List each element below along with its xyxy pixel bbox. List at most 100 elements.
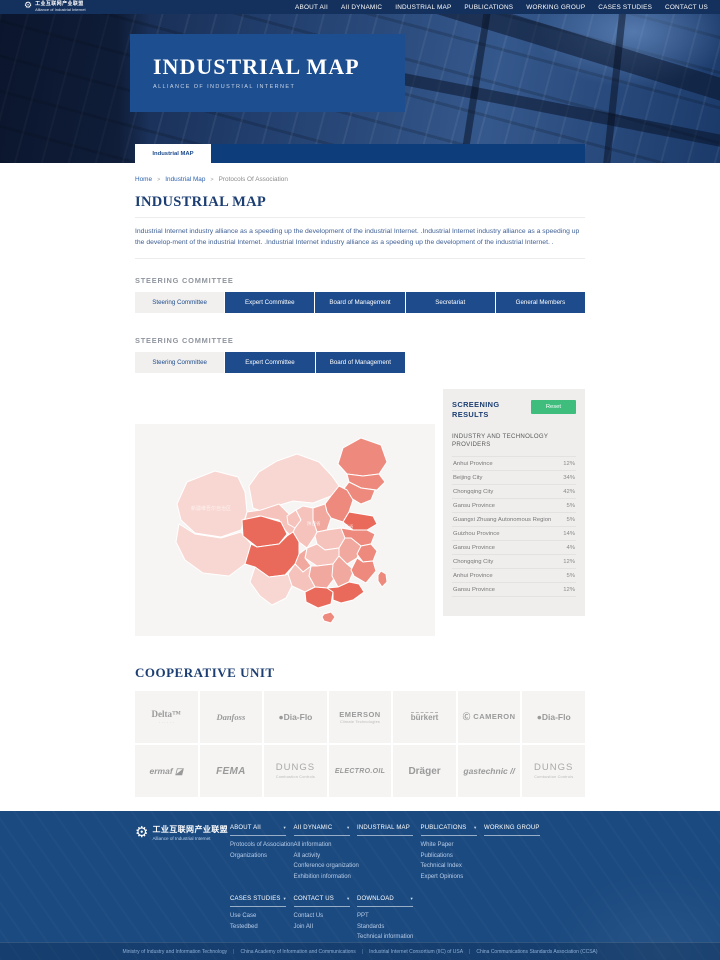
committee-primary-tab-steering-committee[interactable]: Steering Committee: [135, 292, 225, 313]
screening-row[interactable]: Beijing City34%: [452, 471, 576, 485]
map-region-label: 新疆维吾尔自治区: [191, 505, 231, 512]
footer-partner-industrial-internet-consortium-iic-of-usa[interactable]: Industrial Internet Consortium (IIC) of …: [369, 949, 463, 955]
footer-column-working-group: WORKING GROUP: [484, 825, 548, 884]
footer-partner-china-academy-of-information-and-communications[interactable]: China Academy of Information and Communi…: [240, 949, 355, 955]
screening-region-value: 42%: [563, 489, 575, 495]
partner-logo-electro-oil[interactable]: ELECTRO.OIL: [329, 745, 392, 797]
footer-link-conference-organization[interactable]: Conference organization: [294, 863, 358, 869]
footer-partner-ministry-of-industry-and-information-technology[interactable]: Ministry of Industry and Information Tec…: [122, 949, 227, 955]
nav-item-contact-us[interactable]: CONTACT US: [665, 4, 708, 11]
committee-primary-tab-secretariat[interactable]: Secretariat: [406, 292, 496, 313]
footer-link-join-aii[interactable]: Join AII: [294, 924, 358, 930]
map-province[interactable]: [305, 587, 333, 608]
footer-link-contact-us[interactable]: Contact Us: [294, 913, 358, 919]
footer-column-download: DOWNLOAD▾ PPT Standards Technical informati…: [357, 896, 421, 945]
partner-logo-cameron[interactable]: Ⓒ CAMERON: [458, 691, 521, 743]
footer-column-header-aii-dynamic[interactable]: AII DYNAMIC ▾: [294, 825, 350, 836]
screening-row[interactable]: Guangxi Zhuang Autonomous Region5%: [452, 513, 576, 527]
partner-logo-fema[interactable]: FEMA: [200, 745, 263, 797]
breadcrumb-item-home[interactable]: Home: [135, 176, 152, 183]
partner-logo-dr-ger[interactable]: Dräger: [393, 745, 456, 797]
committee-primary-tab-board-of-management[interactable]: Board of Management: [315, 292, 405, 313]
footer-link-testedbed[interactable]: Testedbed: [230, 924, 294, 930]
nav-item-working-group[interactable]: WORKING GROUP: [526, 4, 585, 11]
footer-link-organizations[interactable]: Organizations: [230, 853, 294, 859]
screening-row[interactable]: Chongqing City42%: [452, 485, 576, 499]
partner-logo-dia-flo[interactable]: ●Dia-Flo: [264, 691, 327, 743]
screening-row[interactable]: Guizhou Province14%: [452, 527, 576, 541]
footer-link-all-activity[interactable]: All activity: [294, 853, 358, 859]
partner-logo-danfoss[interactable]: Danfoss: [200, 691, 263, 743]
partner-logo-b-rkert[interactable]: bürkert: [393, 691, 456, 743]
footer-column-header-working-group[interactable]: WORKING GROUP: [484, 825, 540, 836]
map-province[interactable]: [338, 438, 387, 476]
breadcrumb: Home>Industrial Map>Protocols Of Associa…: [135, 176, 585, 183]
screening-results-panel: SCREENING RESULTS Reset INDUSTRY AND TEC…: [443, 389, 585, 616]
footer-link-publications[interactable]: Publications: [421, 853, 485, 859]
footer-link-technical-index[interactable]: Technical Index: [421, 863, 485, 869]
screening-row[interactable]: Anhui Province5%: [452, 569, 576, 583]
chevron-down-icon: ▾: [347, 826, 349, 831]
footer-link-use-case[interactable]: Use Case: [230, 913, 294, 919]
footer-logo[interactable]: ⚙ 工业互联网产业联盟 Alliance of Industrial Inter…: [135, 825, 230, 884]
china-choropleth-map[interactable]: 新疆维吾尔自治区陕西省山东省: [135, 424, 435, 636]
partner-logo-emerson[interactable]: EMERSONClimate Technologies: [329, 691, 392, 743]
nav-item-publications[interactable]: PUBLICATIONS: [464, 4, 513, 11]
committee-primary-tab-general-members[interactable]: General Members: [496, 292, 585, 313]
footer-link-white-paper[interactable]: White Paper: [421, 842, 485, 848]
footer-link-exhibition-information[interactable]: Exhibition information: [294, 874, 358, 880]
cooperative-unit-title: COOPERATIVE UNIT: [135, 665, 585, 681]
partner-logo-dia-flo[interactable]: ●Dia-Flo: [522, 691, 585, 743]
screening-row[interactable]: Gansu Province5%: [452, 499, 576, 513]
footer-link-all-information[interactable]: All information: [294, 842, 358, 848]
footer-link-technical-information[interactable]: Technical information: [357, 934, 421, 940]
screening-row[interactable]: Gansu Province4%: [452, 541, 576, 555]
partner-logo-ermaf[interactable]: ermaf ◪: [135, 745, 198, 797]
footer-column-header-publications[interactable]: PUBLICATIONS▾: [421, 825, 477, 836]
partner-logo-delta[interactable]: Delta™· · · · · ·: [135, 691, 198, 743]
screening-row[interactable]: Chongqing City12%: [452, 555, 576, 569]
partner-logo-gastechnic[interactable]: gastechnic //: [458, 745, 521, 797]
committee-primary-tab-expert-committee[interactable]: Expert Committee: [225, 292, 315, 313]
committee-secondary-tab-board-of-management[interactable]: Board of Management: [316, 352, 405, 373]
partner-logo-dungs[interactable]: DUNGSCombustion Controls: [264, 745, 327, 797]
partner-logo-dungs[interactable]: DUNGSCombustion Controls: [522, 745, 585, 797]
map-province[interactable]: [378, 571, 387, 587]
footer-link-expert-opinions[interactable]: Expert Opinions: [421, 874, 485, 880]
map-province[interactable]: [177, 471, 247, 537]
committee-secondary-tab-expert-committee[interactable]: Expert Committee: [225, 352, 315, 373]
partner-logo-text: ermaf ◪: [150, 767, 184, 776]
breadcrumb-item-industrial-map[interactable]: Industrial Map: [165, 176, 205, 183]
footer-link-standards[interactable]: Standards: [357, 924, 421, 930]
map-province[interactable]: [249, 454, 339, 511]
nav-item-about-aii[interactable]: ABOUT AII: [295, 4, 328, 11]
footer-link-protocols-of-association[interactable]: Protocols of Association: [230, 842, 294, 848]
nav-item-aii-dynamic[interactable]: AII DYNAMIC: [341, 4, 382, 11]
footer-column-header-about-aii[interactable]: ABOUT AII▾: [230, 825, 286, 836]
footer-partner-china-communications-standards-association-ccsa[interactable]: China Communications Standards Associati…: [476, 949, 597, 955]
committee-secondary-tab-steering-committee[interactable]: Steering Committee: [135, 352, 225, 373]
map-province[interactable]: [322, 612, 335, 623]
footer-column-header-industrial-map[interactable]: INDUSTRIAL MAP: [357, 825, 413, 836]
nav-item-industrial-map[interactable]: INDUSTRIAL MAP: [395, 4, 451, 11]
footer-links: Contact Us Join AII: [294, 913, 358, 930]
hero-title-panel: INDUSTRIAL MAP ALLIANCE OF INDUSTRIAL IN…: [130, 34, 405, 112]
china-map-container: 新疆维吾尔自治区陕西省山东省: [135, 424, 435, 636]
footer-column-header-download[interactable]: DOWNLOAD▾: [357, 896, 413, 907]
screening-row[interactable]: Anhui Province12%: [452, 457, 576, 471]
footer-column-label: AII DYNAMIC: [294, 825, 333, 831]
hero-tab-industrial-map[interactable]: Industrial MAP: [135, 144, 211, 163]
partner-logo-text: ●Dia-Flo: [537, 713, 571, 722]
site-logo[interactable]: ⚙ 工业互联网产业联盟 Alliance of Industrial Inter…: [24, 2, 86, 12]
map-province[interactable]: [327, 582, 364, 603]
footer-column-header-contact-us[interactable]: CONTACT US▾: [294, 896, 350, 907]
screening-row[interactable]: Gansu Province12%: [452, 583, 576, 597]
nav-item-cases-studies[interactable]: CASES STUDIES: [598, 4, 652, 11]
reset-button[interactable]: Reset: [531, 400, 576, 414]
hero-tabstrip: Industrial MAP: [135, 144, 585, 163]
screening-region-value: 12%: [563, 461, 575, 467]
footer-link-ppt[interactable]: PPT: [357, 913, 421, 919]
partner-logo-text: EMERSON: [339, 711, 380, 719]
map-province[interactable]: [351, 558, 376, 583]
footer-column-header-cases-studies[interactable]: CASES STUDIES▾: [230, 896, 286, 907]
